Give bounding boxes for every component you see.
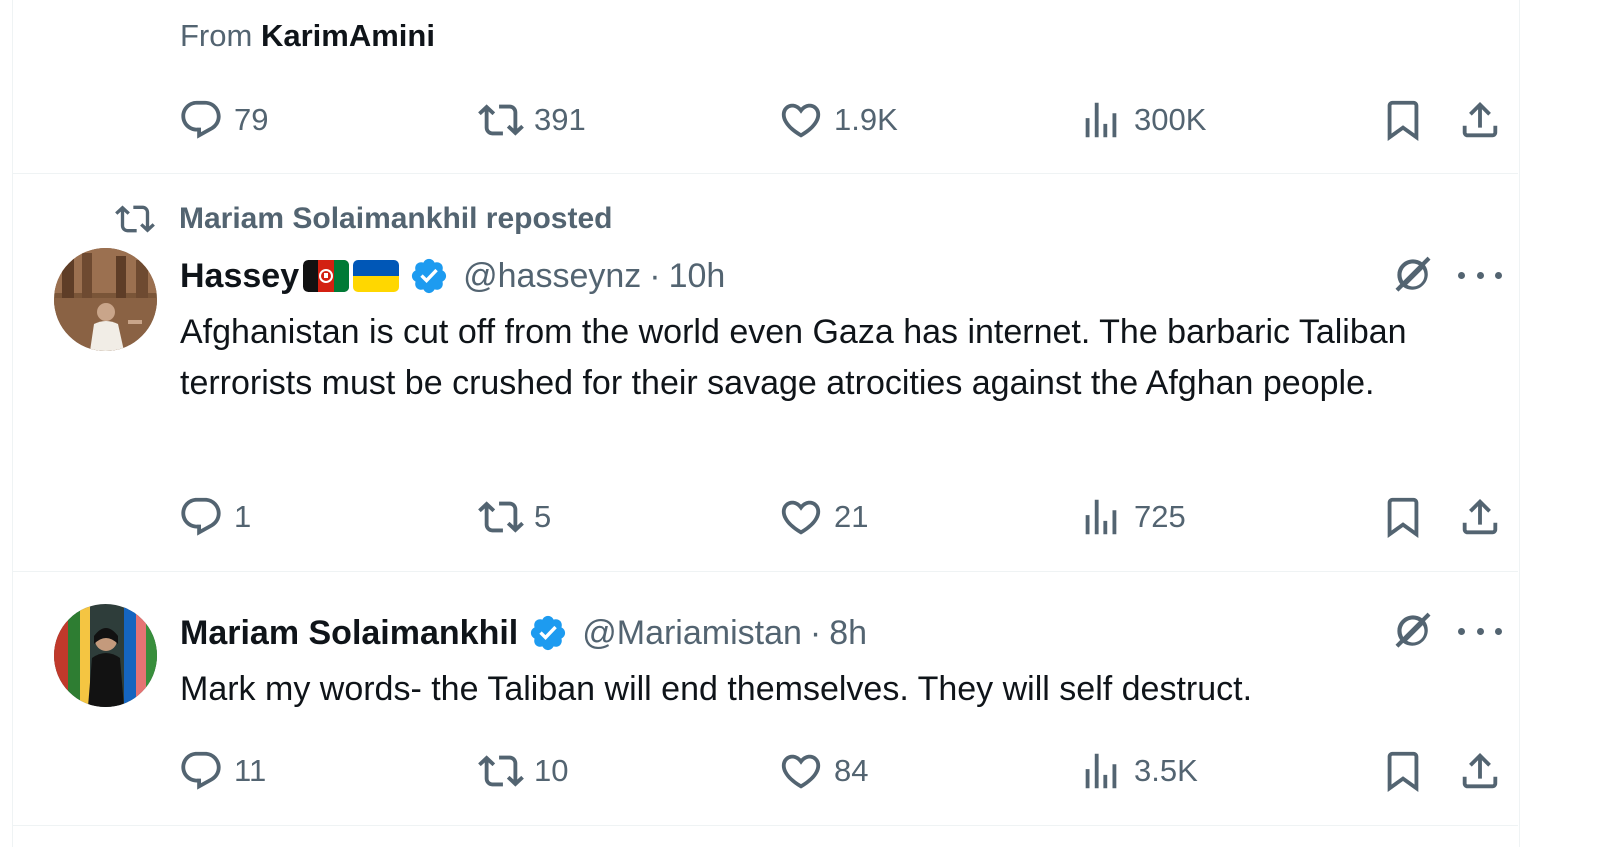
repost-icon: [478, 748, 524, 794]
afghanistan-flag-emoji: [303, 260, 350, 292]
bookmark-icon: [1380, 748, 1426, 794]
display-name[interactable]: Hassey: [180, 257, 299, 296]
repost-count: 10: [534, 753, 569, 788]
repost-button[interactable]: 10: [478, 746, 568, 796]
tweet-timestamp[interactable]: 8h: [829, 614, 867, 653]
bookmark-button[interactable]: [1380, 494, 1426, 540]
like-count: 1.9K: [834, 102, 898, 137]
like-button[interactable]: 84: [778, 746, 868, 796]
tweet-actions: 1 5 21 725: [0, 492, 1600, 542]
more-button[interactable]: [1458, 621, 1502, 641]
views-button[interactable]: 725: [1078, 492, 1186, 542]
share-icon: [1457, 97, 1503, 143]
from-prefix: From: [180, 18, 253, 53]
user-handle[interactable]: @hasseynz: [463, 257, 641, 296]
avatar-image: [54, 604, 157, 707]
ukraine-flag-emoji: [353, 260, 400, 292]
repost-icon: [115, 199, 155, 239]
avatar[interactable]: [54, 248, 157, 351]
reply-icon: [178, 748, 224, 794]
avatar[interactable]: [54, 604, 157, 707]
reply-button[interactable]: 11: [178, 746, 266, 796]
grok-button[interactable]: [1388, 250, 1438, 300]
views-button[interactable]: 3.5K: [1078, 746, 1198, 796]
reply-count: 1: [234, 499, 252, 534]
repost-count: 391: [534, 102, 586, 137]
bookmark-button[interactable]: [1380, 97, 1426, 143]
views-count: 3.5K: [1134, 753, 1198, 788]
grok-icon: [1388, 250, 1438, 300]
separator-dot: ·: [649, 256, 661, 295]
tweet-timestamp[interactable]: 10h: [669, 257, 726, 296]
tweet-divider: [12, 571, 1518, 572]
views-count: 300K: [1134, 102, 1207, 137]
repost-button[interactable]: 391: [478, 95, 586, 145]
more-icon-dot: [1495, 627, 1502, 635]
more-icon-dot: [1495, 271, 1502, 279]
repost-context-label: Mariam Solaimankhil reposted: [179, 202, 613, 235]
like-icon: [778, 748, 824, 794]
like-icon: [778, 97, 824, 143]
reply-count: 79: [234, 102, 269, 137]
like-button[interactable]: 1.9K: [778, 95, 898, 145]
repost-context[interactable]: Mariam Solaimankhil reposted: [115, 198, 612, 240]
verified-badge-icon: [409, 256, 449, 296]
more-icon: [1458, 271, 1465, 279]
repost-icon: [478, 494, 524, 540]
share-icon: [1457, 748, 1503, 794]
views-button[interactable]: 300K: [1078, 95, 1206, 145]
avatar-image: [54, 248, 157, 351]
tweet-actions: 79 391 1.9K 300K: [0, 95, 1600, 145]
more-icon-dot: [1476, 271, 1484, 279]
more-icon: [1458, 627, 1465, 635]
separator-dot: ·: [809, 613, 822, 652]
like-button[interactable]: 21: [778, 492, 868, 542]
share-button[interactable]: [1457, 494, 1503, 540]
display-name[interactable]: Mariam Solaimankhil: [180, 614, 518, 653]
views-icon: [1078, 97, 1124, 143]
grok-icon: [1388, 606, 1438, 656]
views-count: 725: [1134, 499, 1186, 534]
tweet-divider: [12, 825, 1518, 826]
reply-icon: [178, 494, 224, 540]
repost-button[interactable]: 5: [478, 492, 551, 542]
bookmark-icon: [1380, 97, 1426, 143]
repost-count: 5: [534, 499, 552, 534]
share-button[interactable]: [1457, 97, 1503, 143]
views-icon: [1078, 494, 1124, 540]
from-attribution: From KarimAmini: [180, 18, 435, 54]
share-icon: [1457, 494, 1503, 540]
tweet-header: Hassey @hasseynz · 10h: [180, 251, 725, 301]
tweet-actions: 11 10 84 3.5K: [0, 746, 1600, 796]
bookmark-button[interactable]: [1380, 748, 1426, 794]
tweet-text: Mark my words- the Taliban will end them…: [180, 670, 1253, 708]
tweet-header: Mariam Solaimankhil @Mariamistan · 8h: [180, 608, 867, 658]
tweet-divider: [12, 173, 1518, 174]
reply-button[interactable]: 1: [178, 492, 251, 542]
from-user-link[interactable]: KarimAmini: [261, 18, 435, 53]
user-handle[interactable]: @Mariamistan: [582, 614, 802, 653]
grok-button[interactable]: [1388, 606, 1438, 656]
repost-icon: [478, 97, 524, 143]
reply-icon: [178, 97, 224, 143]
verified-badge-icon: [528, 613, 568, 653]
like-icon: [778, 494, 824, 540]
tweet-text: Afghanistan is cut off from the world ev…: [180, 313, 1407, 402]
bookmark-icon: [1380, 494, 1426, 540]
like-count: 84: [834, 753, 869, 788]
like-count: 21: [834, 499, 869, 534]
reply-count: 11: [234, 753, 267, 788]
share-button[interactable]: [1457, 748, 1503, 794]
more-icon-dot: [1476, 627, 1484, 635]
reply-button[interactable]: 79: [178, 95, 268, 145]
more-button[interactable]: [1458, 265, 1502, 285]
views-icon: [1078, 748, 1124, 794]
